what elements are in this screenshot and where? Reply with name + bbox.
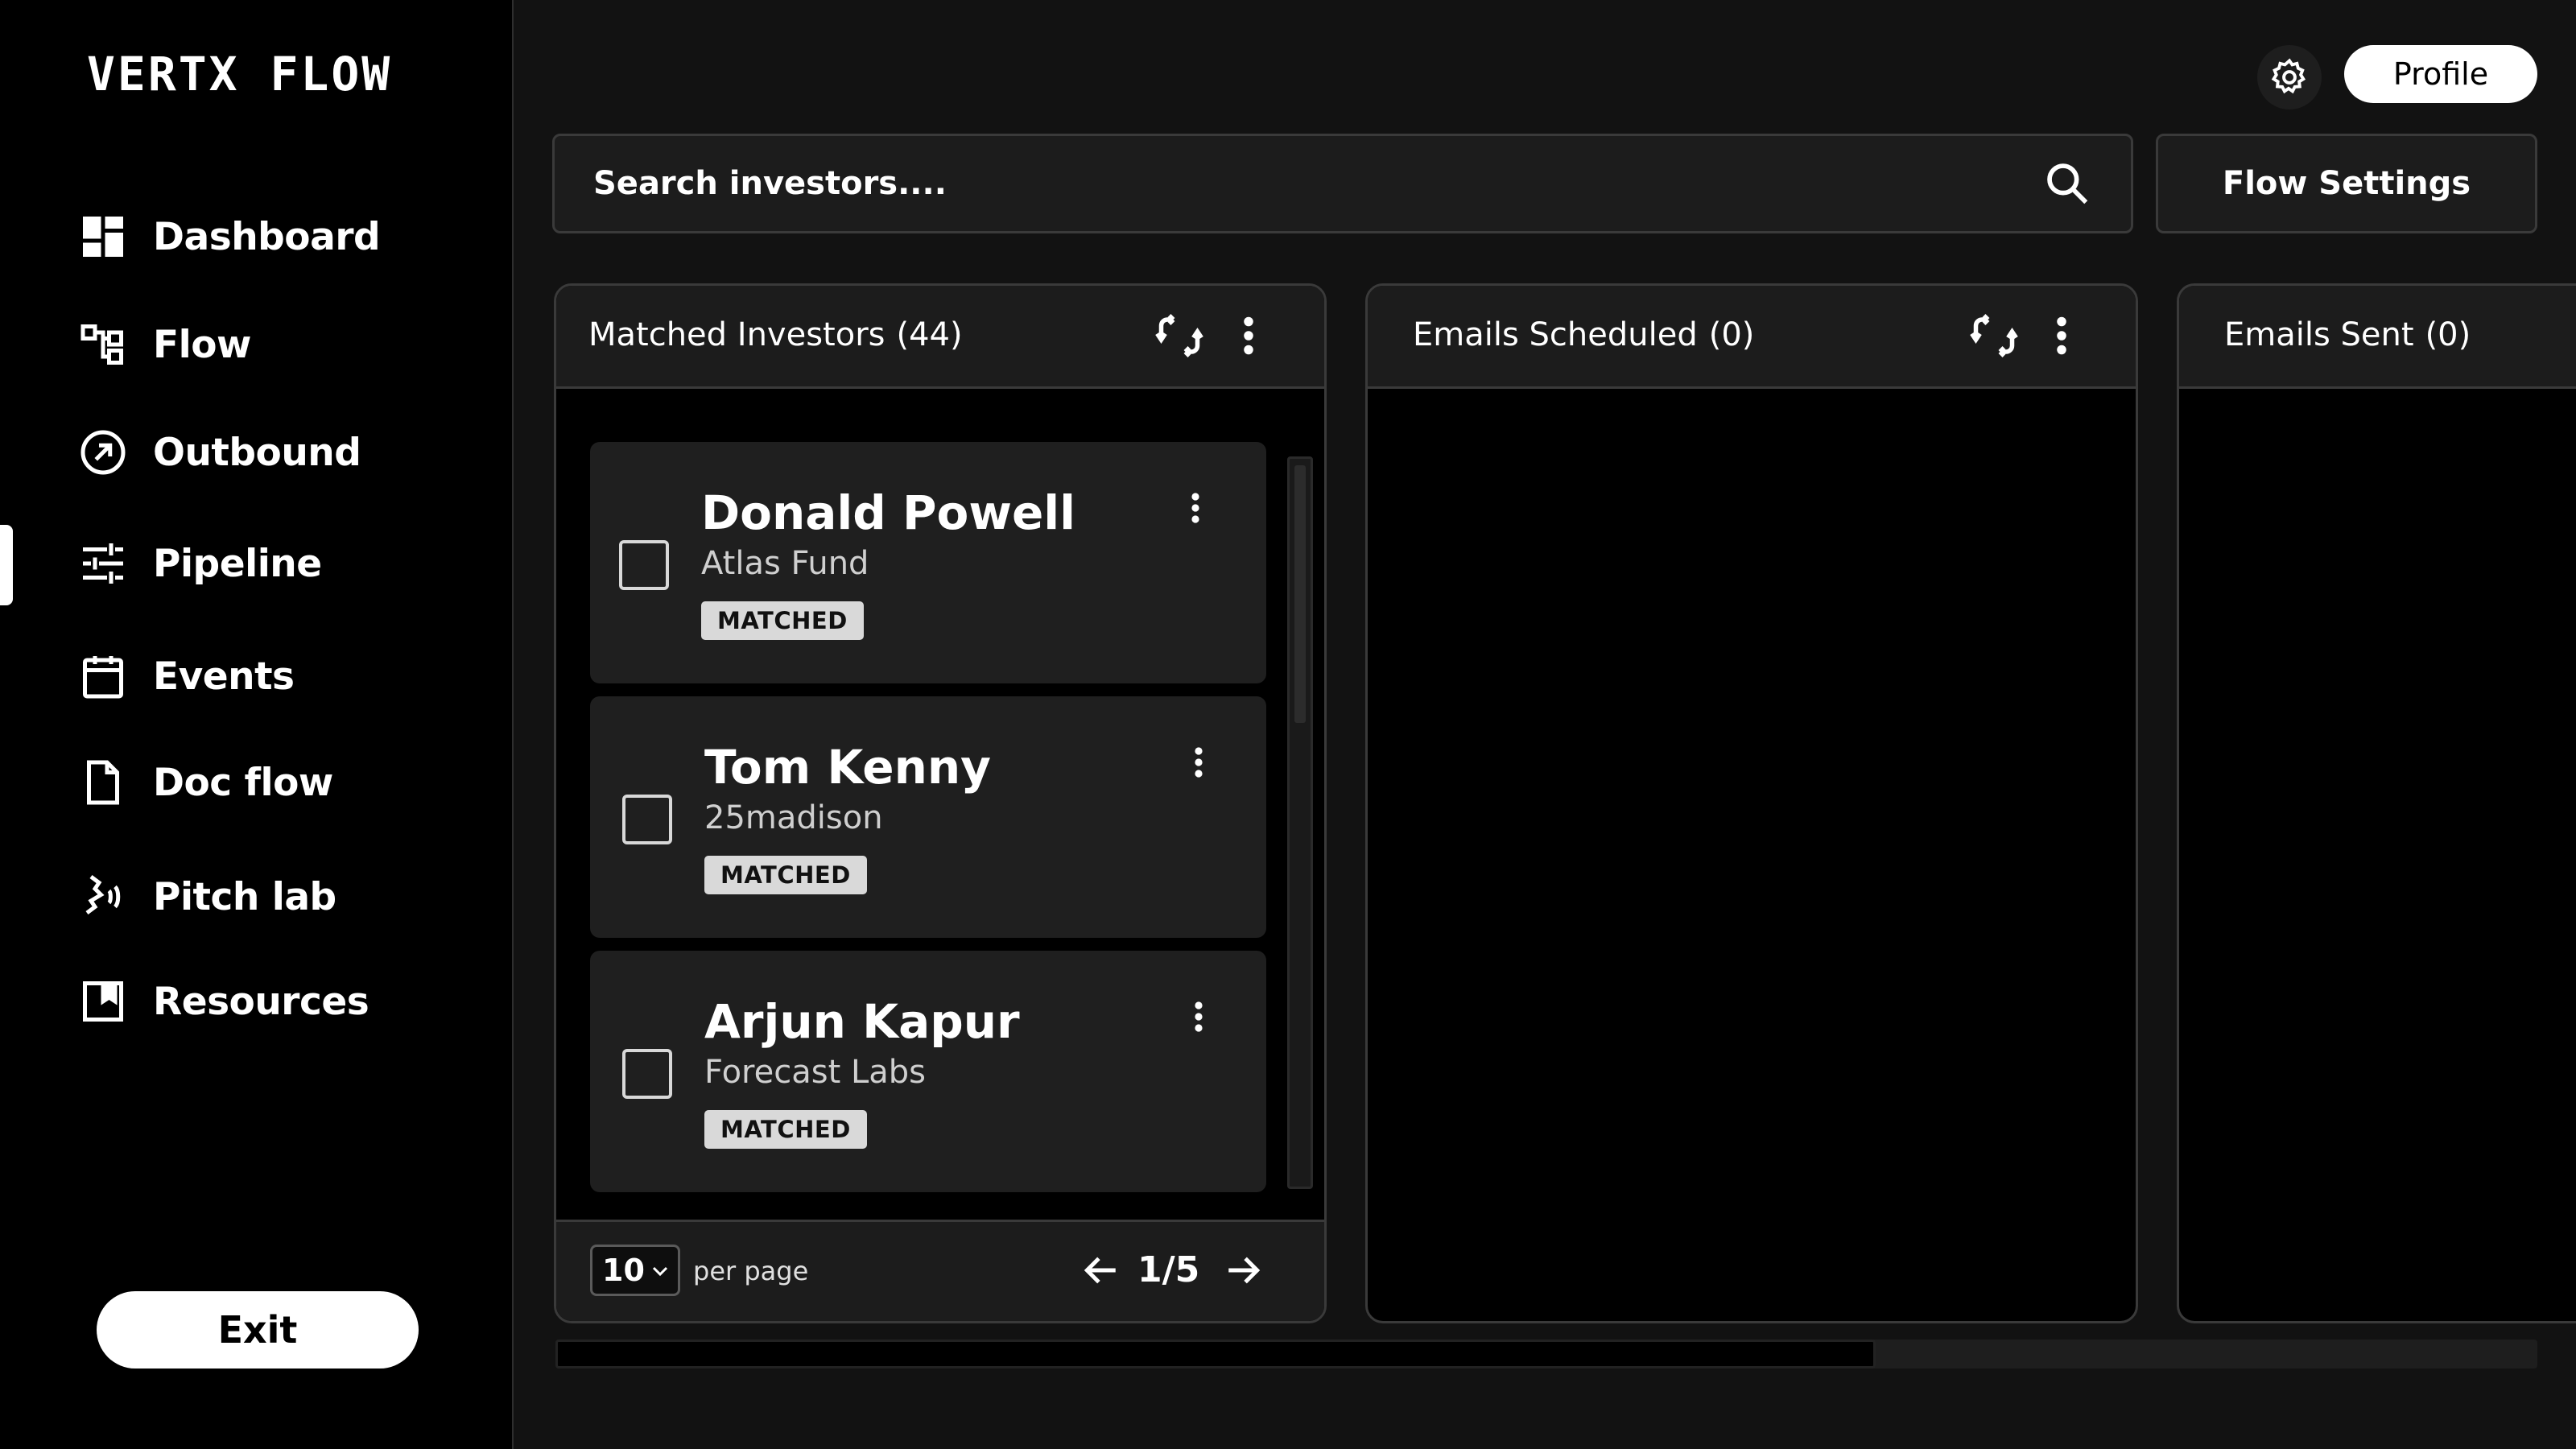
sidebar: VERTX FLOW Dashboard Flow Outbound Pipel… [0, 0, 514, 1449]
emails-sent-column: Emails Sent (0) [2177, 283, 2576, 1323]
more-options-icon[interactable] [1223, 310, 1274, 361]
column-title: Emails Scheduled (0) [1413, 316, 1754, 353]
column-title: Emails Sent (0) [2224, 316, 2471, 353]
column-title-text: Emails Sent [2224, 316, 2414, 353]
arrow-left-icon [1084, 1257, 1116, 1284]
sidebar-item-label: Events [153, 654, 295, 699]
scrollbar-thumb[interactable] [555, 1340, 1876, 1368]
sidebar-item-label: Resources [153, 979, 369, 1024]
sidebar-item-doc-flow[interactable]: Doc flow [77, 750, 333, 815]
status-badge: MATCHED [701, 601, 864, 640]
select-checkbox[interactable] [622, 795, 672, 844]
sidebar-item-label: Flow [153, 322, 251, 367]
investor-name: Tom Kenny [704, 740, 991, 795]
dashboard-icon [77, 211, 129, 262]
investor-name: Donald Powell [701, 485, 1076, 540]
sidebar-item-events[interactable]: Events [77, 644, 295, 708]
sidebar-item-label: Dashboard [153, 214, 381, 259]
sidebar-item-label: Outbound [153, 430, 361, 475]
card-more-icon[interactable] [1171, 484, 1220, 532]
vertical-scrollbar[interactable] [1287, 456, 1313, 1189]
select-checkbox[interactable] [619, 540, 669, 590]
column-header: Emails Sent (0) [2179, 286, 2576, 389]
next-page-button[interactable] [1220, 1246, 1268, 1294]
status-badge: MATCHED [704, 1110, 867, 1149]
investor-company: 25madison [704, 799, 883, 836]
app-logo: VERTX FLOW [87, 47, 393, 101]
search-input[interactable] [593, 165, 2042, 202]
column-title: Matched Investors (44) [588, 316, 963, 353]
bookmark-icon [77, 976, 129, 1027]
profile-button[interactable]: Profile [2344, 45, 2537, 103]
per-page-value: 10 [602, 1253, 645, 1288]
search-icon[interactable] [2042, 159, 2092, 208]
column-title-text: Emails Scheduled [1413, 316, 1698, 353]
scrollbar-thumb[interactable] [1294, 465, 1306, 723]
sidebar-item-pitch-lab[interactable]: Pitch lab [77, 865, 336, 929]
investor-company: Forecast Labs [704, 1054, 926, 1091]
per-page-select[interactable]: 10 [590, 1245, 680, 1296]
sidebar-item-flow[interactable]: Flow [77, 312, 251, 377]
investor-card[interactable]: Donald Powell Atlas Fund MATCHED [590, 442, 1266, 683]
search-bar [552, 134, 2133, 233]
column-title-text: Matched Investors [588, 316, 886, 353]
sidebar-item-dashboard[interactable]: Dashboard [77, 204, 381, 269]
pipeline-icon [77, 538, 129, 589]
status-badge: MATCHED [704, 856, 867, 894]
matched-investors-column: Matched Investors (44) Donald Powell Atla… [554, 283, 1327, 1323]
investor-company: Atlas Fund [701, 545, 869, 582]
card-more-icon[interactable] [1174, 993, 1223, 1041]
per-page-label: per page [693, 1256, 809, 1286]
sidebar-item-resources[interactable]: Resources [77, 969, 369, 1034]
gear-icon [2271, 58, 2306, 94]
horizontal-scrollbar[interactable] [555, 1340, 2537, 1368]
flow-icon [77, 319, 129, 370]
sidebar-item-label: Doc flow [153, 760, 333, 805]
flow-settings-button[interactable]: Flow Settings [2156, 134, 2537, 233]
sidebar-item-label: Pitch lab [153, 874, 336, 919]
refresh-icon[interactable] [1968, 310, 2020, 361]
investor-name: Arjun Kapur [704, 994, 1020, 1049]
arrow-right-icon [1228, 1257, 1261, 1284]
select-checkbox[interactable] [622, 1049, 672, 1099]
investor-card[interactable]: Tom Kenny 25madison MATCHED [590, 696, 1266, 938]
investor-card[interactable]: Arjun Kapur Forecast Labs MATCHED [590, 951, 1266, 1192]
column-header: Emails Scheduled (0) [1368, 286, 2136, 389]
previous-page-button[interactable] [1076, 1246, 1125, 1294]
settings-button[interactable] [2257, 45, 2322, 109]
active-nav-indicator [0, 525, 13, 605]
refresh-icon[interactable] [1154, 310, 1205, 361]
column-count: (44) [896, 316, 963, 353]
page-indicator: 1/5 [1137, 1249, 1200, 1290]
more-options-icon[interactable] [2036, 310, 2087, 361]
calendar-icon [77, 650, 129, 702]
column-count: (0) [1708, 316, 1755, 353]
column-header: Matched Investors (44) [556, 286, 1324, 389]
emails-scheduled-column: Emails Scheduled (0) [1365, 283, 2138, 1323]
sidebar-item-outbound[interactable]: Outbound [77, 420, 361, 485]
pagination-footer: 10 per page 1/5 [556, 1220, 1324, 1321]
outbound-icon [77, 427, 129, 478]
column-count: (0) [2425, 316, 2471, 353]
sidebar-item-label: Pipeline [153, 541, 322, 586]
sidebar-item-pipeline[interactable]: Pipeline [77, 531, 322, 596]
chevron-down-icon [652, 1266, 668, 1277]
card-more-icon[interactable] [1174, 738, 1223, 786]
document-icon [77, 757, 129, 808]
exit-button[interactable]: Exit [97, 1291, 419, 1368]
pitch-voice-icon [77, 871, 129, 923]
